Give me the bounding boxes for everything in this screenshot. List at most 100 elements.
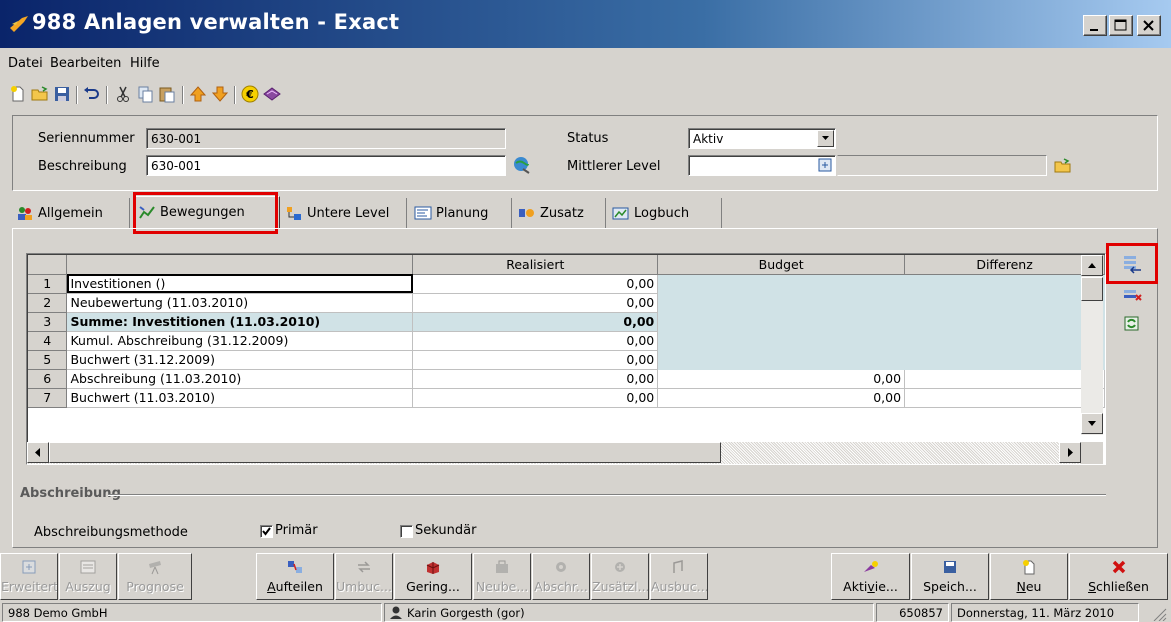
- row-number: 3: [28, 312, 68, 332]
- table-row[interactable]: 7 Buchwert (11.03.2010) 0,00 0,00: [28, 388, 1105, 408]
- open-folder-icon[interactable]: [1053, 155, 1073, 175]
- realisiert-cell[interactable]: 0,00: [412, 388, 659, 408]
- scroll-up-button[interactable]: [1081, 255, 1103, 276]
- schliessen-button[interactable]: Schließen: [1069, 553, 1168, 600]
- table-row[interactable]: 2 Neubewertung (11.03.2010) 0,00: [28, 293, 1105, 313]
- row-label[interactable]: Investitionen (): [66, 274, 414, 294]
- paste-icon[interactable]: [157, 84, 177, 104]
- aufteilen-label: Aufteilen: [267, 579, 323, 594]
- minimize-icon: [1090, 29, 1098, 31]
- lookup-globe-icon[interactable]: [512, 155, 532, 175]
- table-row[interactable]: 4 Kumul. Abschreibung (31.12.2009) 0,00: [28, 331, 1105, 351]
- browse-icon[interactable]: [818, 158, 832, 172]
- movements-grid[interactable]: Realisiert Budget Differenz 1 Investitio…: [26, 253, 1106, 465]
- maximize-button[interactable]: [1109, 15, 1133, 36]
- row-label[interactable]: Summe: Investitionen (11.03.2010): [66, 312, 414, 332]
- scroll-left-button[interactable]: [27, 442, 49, 463]
- realisiert-cell[interactable]: 0,00: [412, 331, 659, 351]
- new-document-icon[interactable]: [8, 84, 28, 104]
- minimize-button[interactable]: [1083, 15, 1107, 36]
- ausbuchen-button[interactable]: Ausbuc...: [650, 553, 708, 600]
- menu-hilfe[interactable]: Hilfe: [130, 56, 160, 71]
- aufteilen-button[interactable]: Aufteilen: [256, 553, 334, 600]
- mittlerer-level-field[interactable]: [688, 155, 836, 176]
- grid-horizontal-scrollbar[interactable]: [27, 442, 1081, 464]
- table-row[interactable]: 1 Investitionen () 0,00: [28, 274, 1105, 294]
- scroll-thumb[interactable]: [1081, 277, 1103, 301]
- refresh-icon[interactable]: [1121, 313, 1143, 335]
- open-folder-icon[interactable]: [30, 84, 50, 104]
- column-header-label[interactable]: [66, 255, 414, 275]
- primaer-label[interactable]: Primär: [275, 523, 318, 538]
- realisiert-cell[interactable]: 0,00: [412, 369, 659, 389]
- sekundaer-label[interactable]: Sekundär: [415, 523, 476, 538]
- euro-icon[interactable]: €: [240, 84, 260, 104]
- table-row[interactable]: 6 Abschreibung (11.03.2010) 0,00 0,00: [28, 369, 1105, 389]
- neu-button[interactable]: Neu: [990, 553, 1068, 600]
- primaer-checkbox[interactable]: [260, 525, 273, 538]
- row-label[interactable]: Buchwert (11.03.2010): [66, 388, 414, 408]
- aktivieren-button[interactable]: Aktivie...: [831, 553, 910, 600]
- realisiert-cell[interactable]: 0,00: [412, 274, 659, 294]
- save-disk-icon[interactable]: [52, 84, 72, 104]
- row-label[interactable]: Kumul. Abschreibung (31.12.2009): [66, 331, 414, 351]
- neu-label: Neu: [1016, 579, 1042, 594]
- scroll-down-button[interactable]: [1081, 413, 1103, 434]
- tab-allgemein[interactable]: Allgemein: [12, 198, 130, 228]
- delete-row-icon[interactable]: [1121, 285, 1143, 307]
- header-panel: [12, 115, 1158, 191]
- sekundaer-checkbox[interactable]: [400, 525, 413, 538]
- budget-cell: [657, 293, 906, 313]
- tab-planung[interactable]: Planung: [410, 198, 512, 228]
- undo-icon[interactable]: [82, 84, 102, 104]
- auszug-button[interactable]: Auszug: [59, 553, 117, 600]
- box-icon: [426, 562, 440, 574]
- row-label[interactable]: Abschreibung (11.03.2010): [66, 369, 414, 389]
- budget-cell[interactable]: 0,00: [657, 388, 906, 408]
- scroll-right-button[interactable]: [1059, 442, 1081, 463]
- realisiert-cell[interactable]: 0,00: [412, 312, 659, 332]
- grid-vertical-scrollbar[interactable]: [1081, 255, 1103, 435]
- row-label[interactable]: Neubewertung (11.03.2010): [66, 293, 414, 313]
- close-window-button[interactable]: [1137, 15, 1161, 36]
- cut-icon[interactable]: [113, 84, 133, 104]
- column-header-differenz[interactable]: Differenz: [904, 255, 1105, 275]
- arrow-up-icon[interactable]: [188, 84, 208, 104]
- copy-icon[interactable]: [135, 84, 155, 104]
- arrow-down-icon[interactable]: [210, 84, 230, 104]
- menu-bar: Datei Bearbeiten Hilfe: [0, 48, 1171, 78]
- prognose-button[interactable]: Prognose: [118, 553, 192, 600]
- tab-logbuch[interactable]: Logbuch: [608, 198, 722, 228]
- row-label[interactable]: Buchwert (31.12.2009): [66, 350, 414, 370]
- scroll-thumb-horizontal[interactable]: [49, 442, 721, 463]
- book-icon[interactable]: [262, 84, 282, 104]
- abschreibung-button[interactable]: Abschr...: [532, 553, 590, 600]
- budget-cell[interactable]: 0,00: [657, 369, 906, 389]
- gering-button[interactable]: Gering...: [394, 553, 472, 600]
- realisiert-cell[interactable]: 0,00: [412, 293, 659, 313]
- tab-zusatz[interactable]: Zusatz: [514, 198, 606, 228]
- menu-bearbeiten[interactable]: Bearbeiten: [50, 56, 121, 71]
- insert-row-icon[interactable]: [1121, 253, 1143, 275]
- people-icon: [18, 207, 32, 220]
- tab-untere-level[interactable]: Untere Level: [281, 198, 407, 228]
- table-row[interactable]: 3 Summe: Investitionen (11.03.2010) 0,00: [28, 312, 1105, 332]
- differenz-cell[interactable]: [904, 388, 1105, 408]
- differenz-cell[interactable]: [904, 369, 1105, 389]
- menu-datei[interactable]: Datei: [8, 56, 43, 71]
- table-row[interactable]: 5 Buchwert (31.12.2009) 0,00: [28, 350, 1105, 370]
- neubewertung-button[interactable]: Neube...: [473, 553, 531, 600]
- column-header-budget[interactable]: Budget: [657, 255, 906, 275]
- realisiert-cell[interactable]: 0,00: [412, 350, 659, 370]
- zusaetzlich-button[interactable]: Zusätzl...: [591, 553, 649, 600]
- resize-grip-icon[interactable]: [1152, 607, 1168, 621]
- erweitert-button[interactable]: Erweitert: [0, 553, 58, 600]
- status-select[interactable]: Aktiv: [688, 128, 836, 149]
- speichern-button[interactable]: Speich...: [911, 553, 989, 600]
- beschreibung-field[interactable]: 630-001: [146, 155, 506, 176]
- column-header-realisiert[interactable]: Realisiert: [412, 255, 659, 275]
- tab-planung-label: Planung: [436, 206, 489, 221]
- status-dropdown-button[interactable]: [817, 130, 834, 147]
- scroll-corner: [1081, 442, 1103, 464]
- umbuchen-button[interactable]: Umbuc...: [335, 553, 393, 600]
